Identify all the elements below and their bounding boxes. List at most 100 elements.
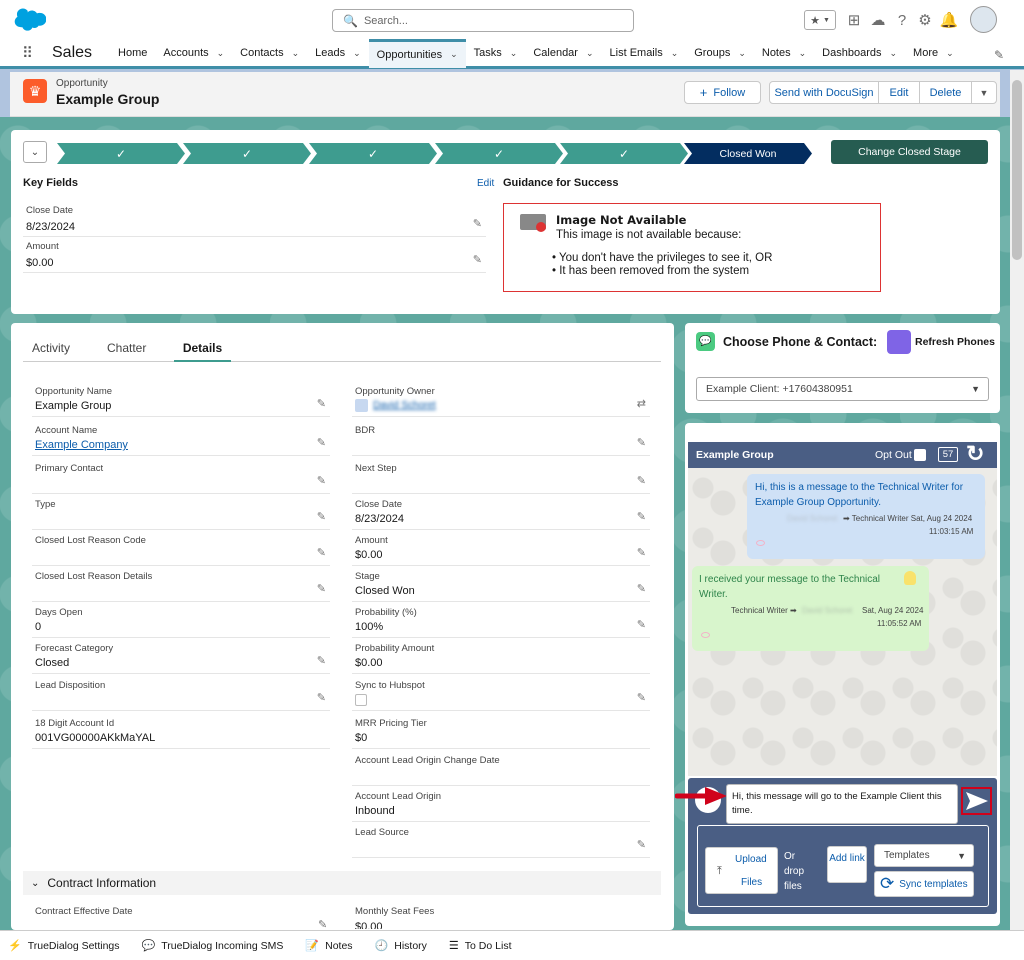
chevron-down-icon[interactable]: ⌄ (353, 48, 361, 59)
edit-pencil-icon[interactable]: ✎ (637, 474, 646, 487)
nav-item-contacts[interactable]: Contacts ⌄ (232, 39, 307, 68)
nav-item-list-emails[interactable]: List Emails ⌄ (602, 39, 687, 68)
path-step-completed-5[interactable]: ✓ (560, 143, 688, 164)
key-fields-edit-link[interactable]: Edit (477, 178, 494, 189)
field-value: Closed (35, 657, 70, 669)
favorites-button[interactable]: ★ ▼ (804, 10, 836, 30)
trailhead-icon[interactable]: ☁ (868, 10, 888, 30)
history-icon: 🕘 (374, 940, 389, 952)
edit-pencil-icon[interactable]: ✎ (317, 397, 326, 410)
utility-item-truedialog-settings[interactable]: ⚡ TrueDialog Settings (8, 939, 120, 953)
templates-select[interactable]: Templates ▼ (874, 844, 974, 867)
refresh-icon[interactable]: ↻ (966, 441, 984, 467)
nav-item-opportunities[interactable]: Opportunities ⌄ (368, 38, 466, 68)
tab-chatter[interactable]: Chatter (107, 341, 146, 355)
add-link-button[interactable]: Add link (827, 846, 867, 883)
user-avatar[interactable] (970, 6, 997, 33)
edit-pencil-icon[interactable]: ✎ (473, 217, 482, 230)
chevron-down-icon[interactable]: ⌄ (217, 48, 225, 59)
compose-textarea[interactable]: Hi, this message will go to the Example … (726, 784, 958, 824)
nav-item-more[interactable]: More ⌄ (905, 39, 962, 68)
edit-pencil-icon[interactable]: ✎ (473, 253, 482, 266)
chevron-down-icon[interactable]: ⌄ (946, 48, 954, 59)
edit-pencil-icon[interactable]: ✎ (637, 510, 646, 523)
more-actions-dropdown[interactable]: ▼ (971, 81, 997, 104)
change-owner-icon[interactable]: ⇄ (637, 397, 646, 410)
edit-pencil-icon[interactable]: ✎ (317, 582, 326, 595)
utility-item-to-do-list[interactable]: ☰ To Do List (449, 939, 512, 953)
app-launcher-icon[interactable]: ⠿ (22, 44, 42, 62)
notifications-bell-icon[interactable]: 🔔 (939, 10, 959, 30)
app-nav-bar: ⠿ Sales Home Accounts ⌄ Contacts ⌄ Leads ⌄ Oppo… (0, 38, 1024, 69)
edit-pencil-icon[interactable]: ✎ (317, 654, 326, 667)
sync-to-hubspot-checkbox (355, 694, 367, 706)
change-closed-stage-button[interactable]: Change Closed Stage (831, 140, 988, 164)
field-account-name: Account Name Example Company ✎ (32, 423, 330, 456)
opt-out-checkbox[interactable] (914, 449, 926, 461)
nav-item-notes[interactable]: Notes ⌄ (754, 39, 814, 68)
path-step-completed-2[interactable]: ✓ (183, 143, 311, 164)
edit-pencil-icon[interactable]: ✎ (637, 582, 646, 595)
scrollbar-thumb[interactable] (1012, 80, 1022, 260)
send-with-docusign-button[interactable]: Send with DocuSign (769, 81, 879, 104)
edit-pencil-icon[interactable]: ✎ (317, 546, 326, 559)
send-button[interactable] (961, 787, 992, 815)
reaction-icon[interactable] (756, 540, 765, 546)
contract-information-section[interactable]: ⌄ Contract Information (23, 871, 661, 895)
chevron-down-icon[interactable]: ⌄ (738, 48, 746, 59)
nav-item-groups[interactable]: Groups ⌄ (686, 39, 754, 68)
nav-item-label: Calendar (533, 47, 578, 59)
settings-gear-icon[interactable]: ⚙ (915, 10, 935, 30)
global-search-input[interactable]: 🔍 Search... (332, 9, 634, 32)
field-lead-source: Lead Source ✎ (352, 825, 650, 858)
edit-pencil-icon[interactable]: ✎ (637, 691, 646, 704)
path-toggle-button[interactable]: ⌄ (23, 141, 47, 163)
chevron-down-icon[interactable]: ⌄ (799, 48, 807, 59)
phone-contact-select[interactable]: Example Client: +17604380951 ▼ (696, 377, 989, 401)
utility-item-notes[interactable]: 📝 Notes (305, 939, 352, 953)
refresh-phones-button[interactable]: Refresh Phones (887, 330, 995, 354)
salesforce-logo[interactable] (14, 8, 47, 31)
path-step-completed-4[interactable]: ✓ (435, 143, 563, 164)
path-step-completed-3[interactable]: ✓ (309, 143, 437, 164)
tab-activity[interactable]: Activity (32, 341, 70, 355)
tab-details[interactable]: Details (174, 341, 231, 362)
nav-item-leads[interactable]: Leads ⌄ (307, 39, 369, 68)
record-title: Example Group (56, 91, 160, 107)
edit-pencil-icon[interactable]: ✎ (637, 436, 646, 449)
edit-nav-pencil-icon[interactable]: ✎ (994, 48, 1004, 62)
chevron-down-icon[interactable]: ⌄ (450, 49, 458, 60)
field-value[interactable]: David Schoret (373, 400, 436, 411)
edit-button[interactable]: Edit (878, 81, 920, 104)
field-primary-contact: Primary Contact ✎ (32, 461, 330, 494)
edit-pencil-icon[interactable]: ✎ (317, 474, 326, 487)
help-icon[interactable]: ? (892, 10, 912, 30)
chevron-down-icon[interactable]: ⌄ (671, 48, 679, 59)
edit-pencil-icon[interactable]: ✎ (637, 618, 646, 631)
nav-item-home[interactable]: Home (110, 39, 155, 68)
global-create-icon[interactable]: ⊞ (844, 10, 864, 30)
reaction-icon[interactable] (701, 632, 710, 638)
edit-pencil-icon[interactable]: ✎ (637, 838, 646, 851)
utility-item-history[interactable]: 🕘 History (374, 939, 427, 953)
field-value[interactable]: Example Company (35, 439, 128, 451)
utility-item-truedialog-incoming-sms[interactable]: 💬 TrueDialog Incoming SMS (142, 939, 284, 953)
path-step-completed-1[interactable]: ✓ (57, 143, 185, 164)
chevron-down-icon[interactable]: ⌄ (292, 48, 300, 59)
nav-item-calendar[interactable]: Calendar ⌄ (525, 39, 601, 68)
edit-pencil-icon[interactable]: ✎ (317, 510, 326, 523)
sync-templates-button[interactable]: ⟳ Sync templates (874, 871, 974, 897)
delete-button[interactable]: Delete (919, 81, 972, 104)
edit-pencil-icon[interactable]: ✎ (637, 546, 646, 559)
edit-pencil-icon[interactable]: ✎ (317, 691, 326, 704)
nav-item-tasks[interactable]: Tasks ⌄ (466, 39, 526, 68)
chevron-down-icon[interactable]: ⌄ (510, 48, 518, 59)
nav-item-accounts[interactable]: Accounts ⌄ (155, 39, 232, 68)
chevron-down-icon[interactable]: ⌄ (890, 48, 898, 59)
nav-item-dashboards[interactable]: Dashboards ⌄ (814, 39, 905, 68)
edit-pencil-icon[interactable]: ✎ (317, 436, 326, 449)
path-step-closed-won[interactable]: Closed Won (684, 143, 812, 164)
chevron-down-icon[interactable]: ⌄ (586, 48, 594, 59)
upload-files-button[interactable]: Upload ⤒ Files (705, 847, 778, 894)
follow-button[interactable]: + Follow (684, 81, 761, 104)
